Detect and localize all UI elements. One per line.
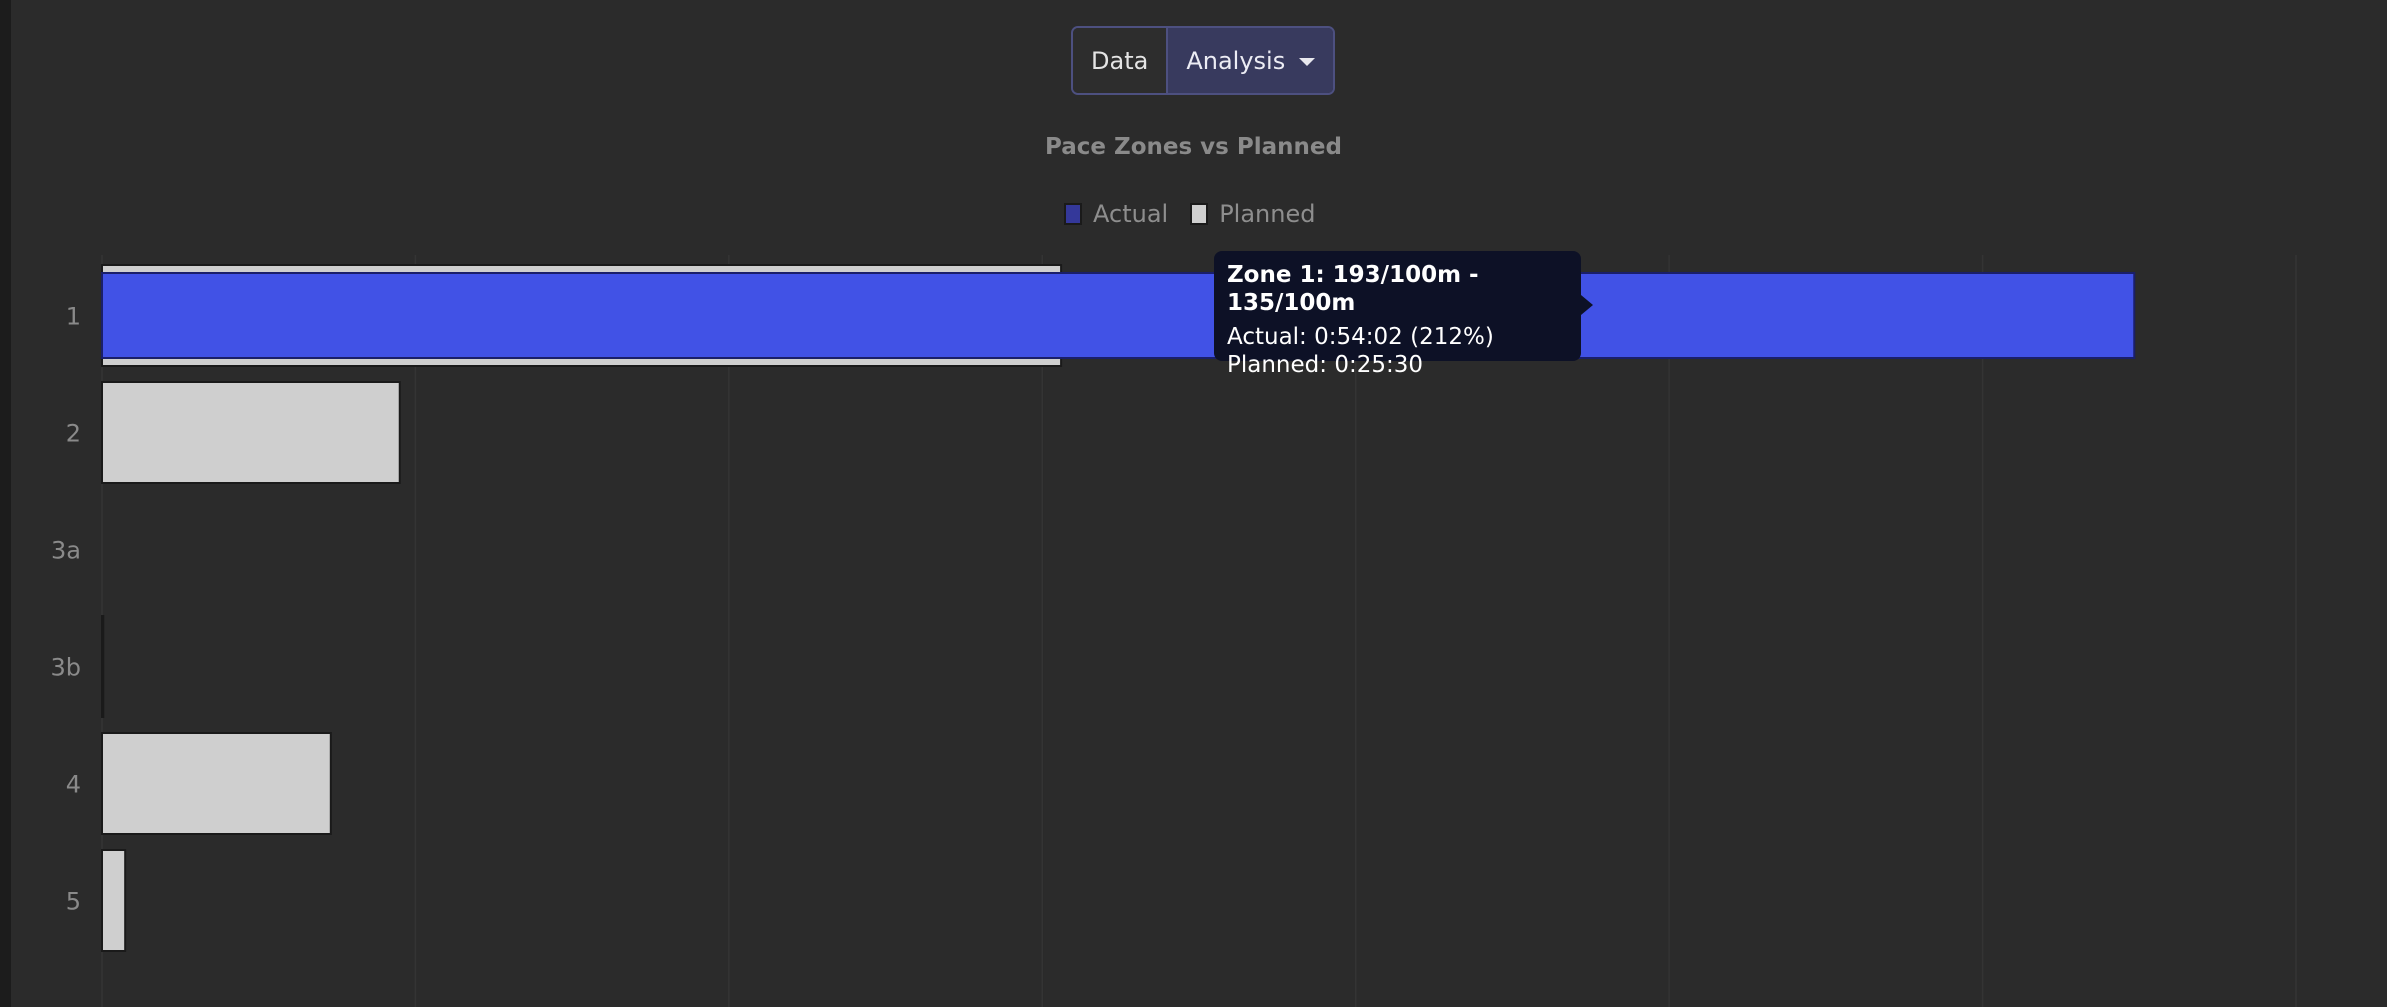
tooltip-title: Zone 1: 193/100m - 135/100m	[1227, 262, 1479, 316]
y-tick-label: 2	[66, 420, 81, 448]
y-tick-label: 4	[66, 771, 81, 799]
bar-planned	[101, 732, 332, 835]
y-tick-label: 5	[66, 888, 81, 916]
pace-zones-chart: 123a3b456	[50, 255, 2297, 1007]
y-tick-label: 1	[66, 303, 81, 331]
bar-actual	[101, 272, 2136, 359]
bar-planned	[101, 615, 105, 718]
tooltip-actual: Actual: 0:54:02 (212%)	[1227, 324, 1494, 350]
bar-planned	[101, 849, 127, 952]
tooltip-planned: Planned: 0:25:30	[1227, 352, 1423, 378]
chart-tooltip: Zone 1: 193/100m - 135/100m Actual: 0:54…	[1214, 251, 1593, 378]
bar-planned	[101, 381, 401, 484]
y-tick-label: 3b	[50, 654, 81, 682]
y-tick-label: 3a	[51, 537, 81, 565]
tooltip-arrow	[1581, 295, 1593, 315]
